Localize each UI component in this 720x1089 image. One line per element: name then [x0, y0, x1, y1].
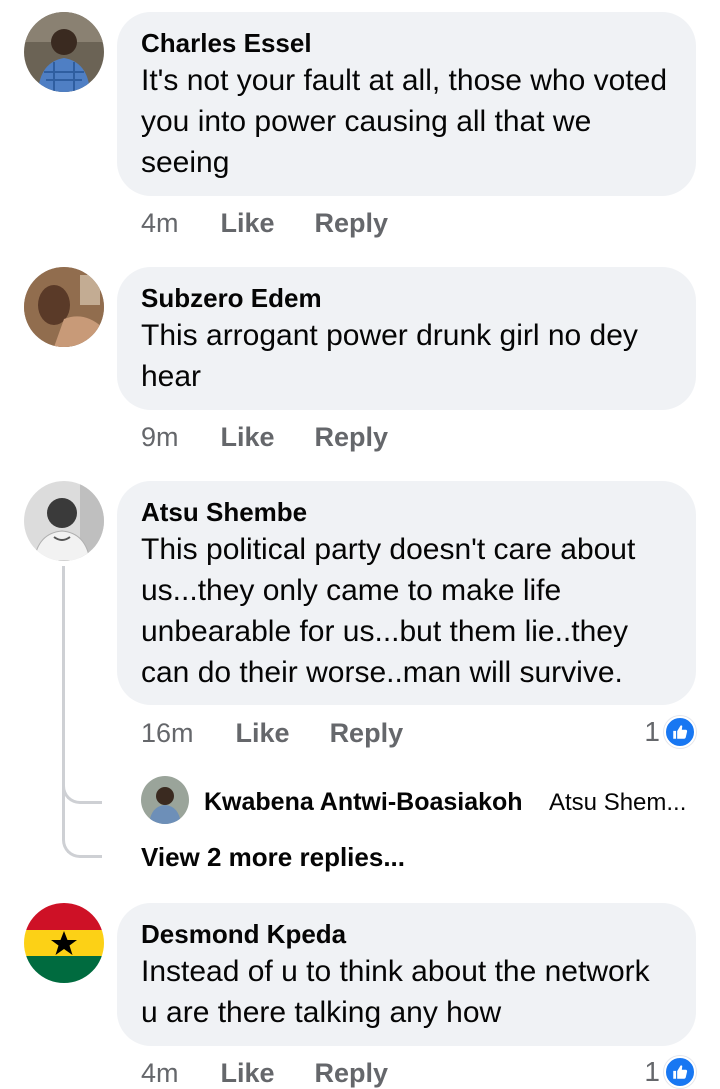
reply-button[interactable]: Reply	[315, 1058, 389, 1089]
reaction-summary[interactable]: 1	[644, 1056, 696, 1088]
avatar-image	[24, 12, 104, 92]
avatar[interactable]	[24, 267, 104, 347]
ghana-flag-avatar	[24, 903, 104, 983]
comment-timestamp[interactable]: 16m	[141, 718, 194, 749]
comment-author[interactable]: Charles Essel	[141, 26, 672, 60]
comment-bubble: Atsu Shembe This political party doesn't…	[117, 481, 696, 705]
reply-preview[interactable]: Kwabena Antwi-Boasiakoh Atsu Shem...	[141, 776, 686, 824]
comment-text: Instead of u to think about the network …	[141, 955, 650, 1029]
comment-author[interactable]: Atsu Shembe	[141, 495, 672, 529]
thread-branch	[62, 776, 102, 804]
avatar-image	[141, 776, 189, 824]
like-thumb-icon	[664, 716, 696, 748]
reaction-count: 1	[644, 1056, 660, 1087]
comment-timestamp[interactable]: 4m	[141, 208, 179, 239]
avatar-image	[24, 267, 104, 347]
like-button[interactable]: Like	[221, 208, 275, 239]
like-thumb-icon	[664, 1056, 696, 1088]
reply-button[interactable]: Reply	[330, 718, 404, 749]
reply-button[interactable]: Reply	[315, 422, 389, 453]
thread-branch	[62, 830, 102, 858]
avatar[interactable]	[24, 903, 104, 983]
like-button[interactable]: Like	[221, 1058, 275, 1089]
reply-button[interactable]: Reply	[315, 208, 389, 239]
comment-timestamp[interactable]: 4m	[141, 1058, 179, 1089]
comment-author[interactable]: Subzero Edem	[141, 281, 672, 315]
avatar[interactable]	[141, 776, 189, 824]
reaction-summary[interactable]: 1	[644, 716, 696, 748]
comment-actions: 4m Like Reply	[141, 1058, 388, 1089]
comment-actions: 4m Like Reply	[141, 208, 388, 239]
comment-actions: 16m Like Reply	[141, 718, 403, 749]
comment-bubble: Subzero Edem This arrogant power drunk g…	[117, 267, 696, 410]
comment-text: This arrogant power drunk girl no dey he…	[141, 319, 638, 393]
avatar[interactable]	[24, 12, 104, 92]
reaction-count: 1	[644, 716, 660, 747]
like-button[interactable]: Like	[221, 422, 275, 453]
comment-bubble: Charles Essel It's not your fault at all…	[117, 12, 696, 196]
avatar[interactable]	[24, 481, 104, 561]
view-more-replies-link[interactable]: View 2 more replies...	[141, 842, 405, 873]
comment-text: This political party doesn't care about …	[141, 533, 636, 689]
avatar-image	[24, 481, 104, 561]
reply-text: Atsu Shem...	[549, 789, 687, 816]
comment-author[interactable]: Desmond Kpeda	[141, 917, 672, 951]
comment-actions: 9m Like Reply	[141, 422, 388, 453]
reply-author[interactable]: Kwabena Antwi-Boasiakoh	[204, 788, 523, 817]
comment-timestamp[interactable]: 9m	[141, 422, 179, 453]
comment-bubble: Desmond Kpeda Instead of u to think abou…	[117, 903, 696, 1046]
like-button[interactable]: Like	[236, 718, 290, 749]
comment-text: It's not your fault at all, those who vo…	[141, 64, 668, 179]
